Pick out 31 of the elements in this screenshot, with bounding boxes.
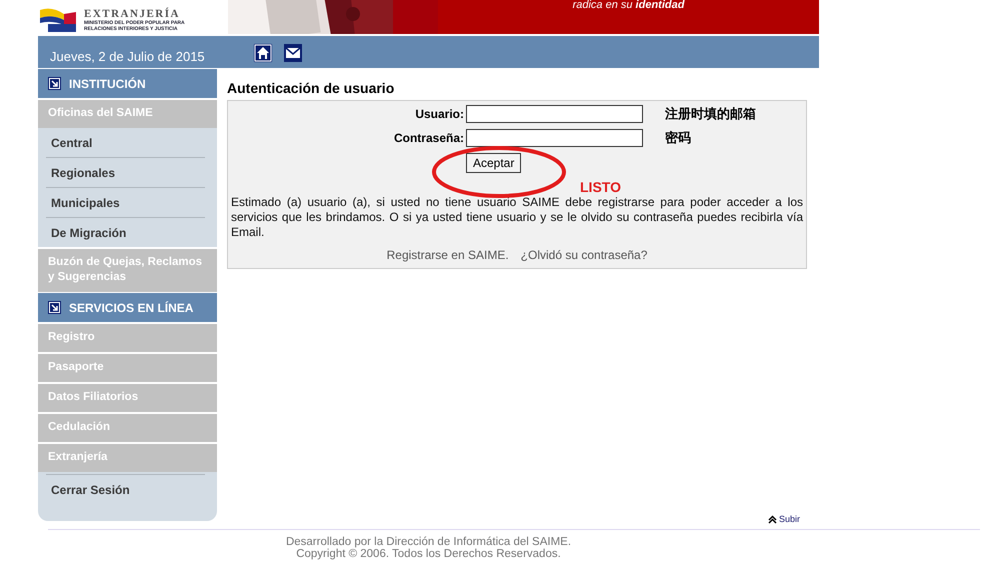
menu-link[interactable]: Regionales: [46, 157, 205, 187]
home-icon[interactable]: [254, 44, 272, 62]
arrow-icon: [48, 301, 61, 314]
agency-name: EXTRANJERÍA: [84, 9, 181, 20]
input-field[interactable]: [466, 129, 643, 147]
tagline: radica en su identidad: [572, 0, 684, 11]
input-field[interactable]: [466, 105, 643, 123]
field-label: Contraseña:: [392, 131, 465, 145]
back-to-top-link[interactable]: Subir: [768, 514, 800, 524]
current-date: Jueves, 2 de Julio de 2015: [50, 49, 206, 64]
chevron-up-icon: [768, 514, 777, 524]
logout-link[interactable]: Cerrar Sesión: [46, 474, 205, 503]
field-label: Usuario:: [414, 107, 465, 121]
annotation: LISTO: [580, 179, 621, 195]
menu-link[interactable]: Municipales: [46, 187, 205, 217]
mail-icon[interactable]: [284, 44, 302, 62]
logo-icon: [38, 6, 78, 32]
page-title: Autenticación de usuario: [227, 80, 396, 96]
arrow-icon: [48, 77, 61, 90]
link-label[interactable]: Subir: [779, 514, 800, 524]
menu-link[interactable]: Central: [46, 128, 205, 157]
footer-text: Desarrollado por la Dirección de Informática del SAIME.: [284, 536, 572, 548]
annotation: 密码: [665, 130, 691, 147]
text-link[interactable]: ¿Olvidó su contraseña?: [520, 248, 648, 262]
text-link[interactable]: Registrarse en SAIME.: [386, 248, 509, 262]
footer-text: Copyright © 2006. Todos los Derechos Reservados.: [295, 548, 562, 560]
section-title: INSTITUCIÓN: [69, 76, 146, 90]
accept-button[interactable]: Aceptar: [466, 153, 522, 173]
info-message: Estimado (a) usuario (a), si usted no tiene usuario SAIME debe registrarse para poder acceder a los servicios que les brindamos. O si ya usted tiene usuario y se le olvido su contraseña puedes recibirla vía Email.: [231, 195, 803, 240]
annotation: 注册时填的邮箱: [665, 106, 756, 123]
section-title: SERVICIOS EN LÍNEA: [69, 300, 194, 314]
